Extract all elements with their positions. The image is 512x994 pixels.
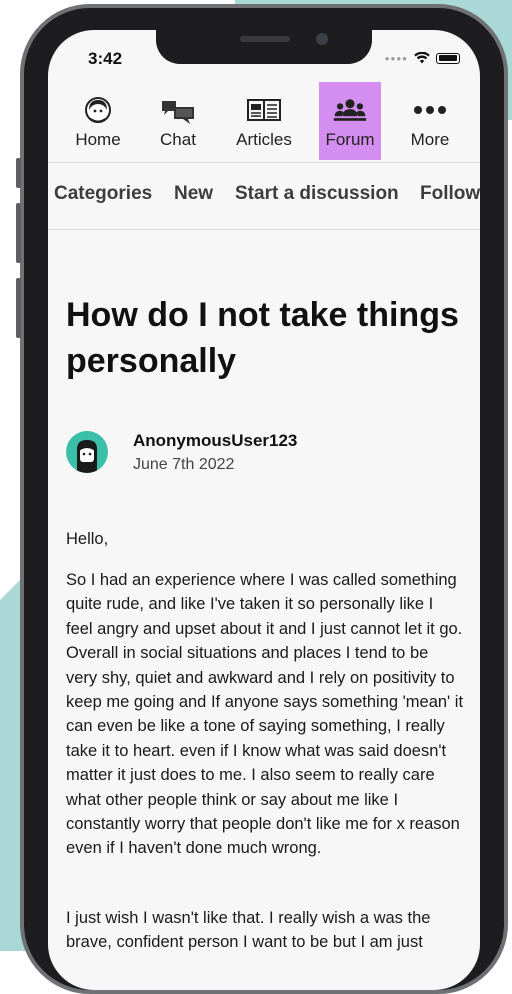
status-icons: ●●●● xyxy=(385,52,460,64)
avatar-face-icon xyxy=(77,440,97,473)
wifi-icon xyxy=(414,52,430,64)
nav-label-forum: Forum xyxy=(325,130,375,149)
more-dots-icon xyxy=(412,94,448,126)
post-greeting: Hello, xyxy=(66,530,109,548)
top-navigation: Home Chat Articles Forum More xyxy=(48,82,480,163)
home-avatar-icon xyxy=(80,94,116,126)
phone-mute-switch xyxy=(16,158,21,188)
nav-label-home: Home xyxy=(75,130,121,149)
nav-label-more: More xyxy=(410,130,450,149)
author-avatar[interactable] xyxy=(66,431,108,473)
forum-subnav: Categories New Start a discussion Follow… xyxy=(48,163,480,230)
nav-item-chat[interactable]: Chat xyxy=(140,82,216,160)
speaker-grille xyxy=(240,36,290,42)
nav-item-articles[interactable]: Articles xyxy=(224,82,304,160)
nav-label-chat: Chat xyxy=(160,130,196,149)
nav-item-home[interactable]: Home xyxy=(58,82,138,160)
subnav-new[interactable]: New xyxy=(174,183,213,205)
subnav-following[interactable]: Following xyxy=(420,183,480,205)
phone-screen: 3:42 ●●●● Home Chat Articles Forum More … xyxy=(48,30,480,990)
phone-volume-up xyxy=(16,203,21,263)
nav-item-more[interactable]: More xyxy=(392,82,468,160)
status-time: 3:42 xyxy=(88,49,123,68)
nav-label-articles: Articles xyxy=(236,130,292,149)
articles-icon xyxy=(246,94,282,126)
front-camera xyxy=(316,33,328,45)
post-title: How do I not take things personally xyxy=(66,296,459,380)
battery-icon xyxy=(436,52,460,64)
nav-item-forum[interactable]: Forum xyxy=(319,82,381,160)
post-paragraph-2: I just wish I wasn't like that. I really… xyxy=(66,909,431,952)
subnav-start-discussion[interactable]: Start a discussion xyxy=(235,183,399,205)
subnav-categories[interactable]: Categories xyxy=(54,183,152,205)
phone-volume-down xyxy=(16,278,21,338)
phone-notch xyxy=(156,30,372,64)
signal-icon: ●●●● xyxy=(384,53,408,63)
chat-bubbles-icon xyxy=(160,94,196,126)
forum-people-icon xyxy=(332,94,368,126)
author-name[interactable]: AnonymousUser123 xyxy=(133,431,297,451)
post-date: June 7th 2022 xyxy=(133,456,235,473)
post-paragraph-1: So I had an experience where I was calle… xyxy=(66,571,464,858)
